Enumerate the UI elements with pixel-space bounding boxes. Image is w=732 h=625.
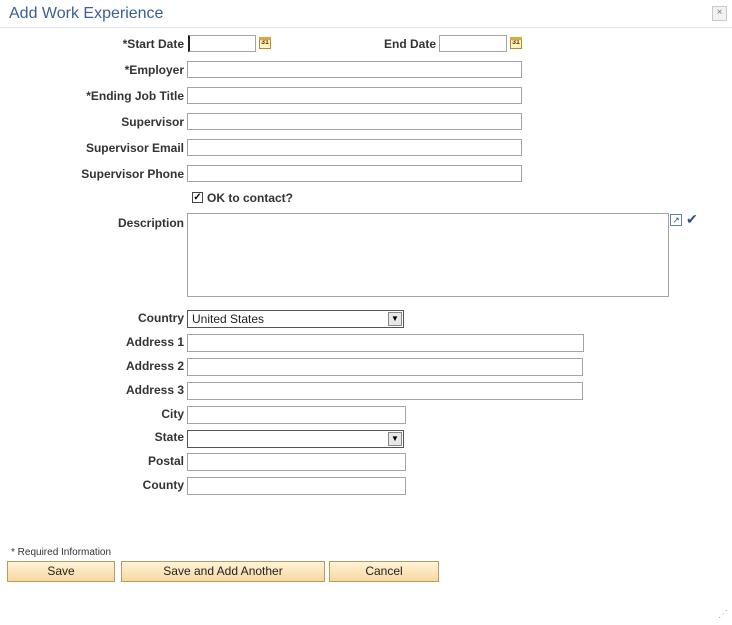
dialog-title: Add Work Experience [9,5,164,22]
employer-label: *Employer [124,63,184,77]
expand-icon[interactable]: ↗ [670,214,682,226]
dialog-titlebar: Add Work Experience × [0,0,732,28]
ending-job-title-label: *Ending Job Title [86,89,184,103]
state-select[interactable]: ▼ [187,430,404,448]
county-input[interactable] [187,477,406,495]
save-button[interactable]: Save [7,561,115,582]
employer-input[interactable] [187,61,522,78]
supervisor-email-label: Supervisor Email [85,141,184,155]
address3-input[interactable] [187,382,583,400]
country-label: Country [138,311,184,325]
postal-label: Postal [147,454,184,468]
city-label: City [161,407,184,421]
start-date-input[interactable] [188,35,256,52]
county-label: County [142,478,184,492]
end-date-input[interactable] [439,35,507,52]
close-icon[interactable]: × [712,6,727,21]
cancel-button[interactable]: Cancel [329,561,439,582]
ok-to-contact-checkbox[interactable]: ✓ [192,192,203,203]
address2-input[interactable] [187,358,583,376]
postal-input[interactable] [187,453,406,471]
chevron-down-icon[interactable]: ▼ [388,312,402,326]
ok-to-contact-label: OK to contact? [207,191,293,205]
country-select[interactable]: United States ▼ [187,310,404,328]
address2-label: Address 2 [125,359,184,373]
description-label: Description [117,216,184,230]
state-label: State [154,430,184,444]
supervisor-label: Supervisor [121,115,184,129]
address3-label: Address 3 [125,383,184,397]
required-note: * Required Information [11,547,112,558]
save-and-add-another-button[interactable]: Save and Add Another [121,561,325,582]
start-date-label: *Start Date [122,37,184,51]
address1-input[interactable] [187,334,584,352]
address1-label: Address 1 [125,335,184,349]
supervisor-phone-label: Supervisor Phone [81,167,184,181]
end-date-label: End Date [383,37,436,51]
spellcheck-icon[interactable]: ✔ [686,211,704,227]
supervisor-phone-input[interactable] [187,165,522,182]
country-value: United States [192,312,265,326]
calendar-icon[interactable]: 31 [510,37,522,49]
city-input[interactable] [187,406,406,424]
description-textarea[interactable] [187,213,669,297]
chevron-down-icon[interactable]: ▼ [388,432,402,446]
resize-grip-icon[interactable]: ⋰ [718,609,728,620]
ending-job-title-input[interactable] [187,87,522,104]
supervisor-email-input[interactable] [187,139,522,156]
supervisor-input[interactable] [187,113,522,130]
calendar-icon[interactable]: 31 [259,37,271,49]
